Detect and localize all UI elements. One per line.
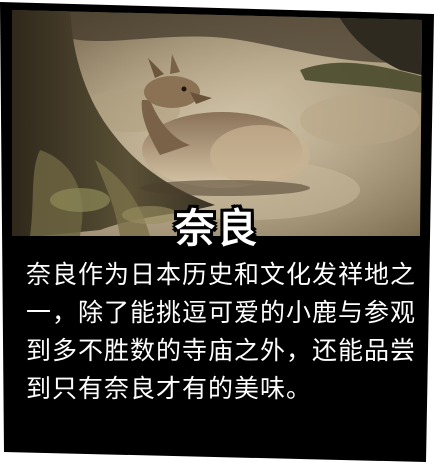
card-title: 奈良	[175, 206, 259, 252]
info-card: 奈良 奈良作为日本历史和文化发祥地之一，除了能挑逗可爱的小鹿与参观到多不胜数的寺…	[0, 0, 434, 467]
card-description: 奈良作为日本历史和文化发祥地之一，除了能挑逗可爱的小鹿与参观到多不胜数的寺庙之外…	[26, 260, 417, 403]
